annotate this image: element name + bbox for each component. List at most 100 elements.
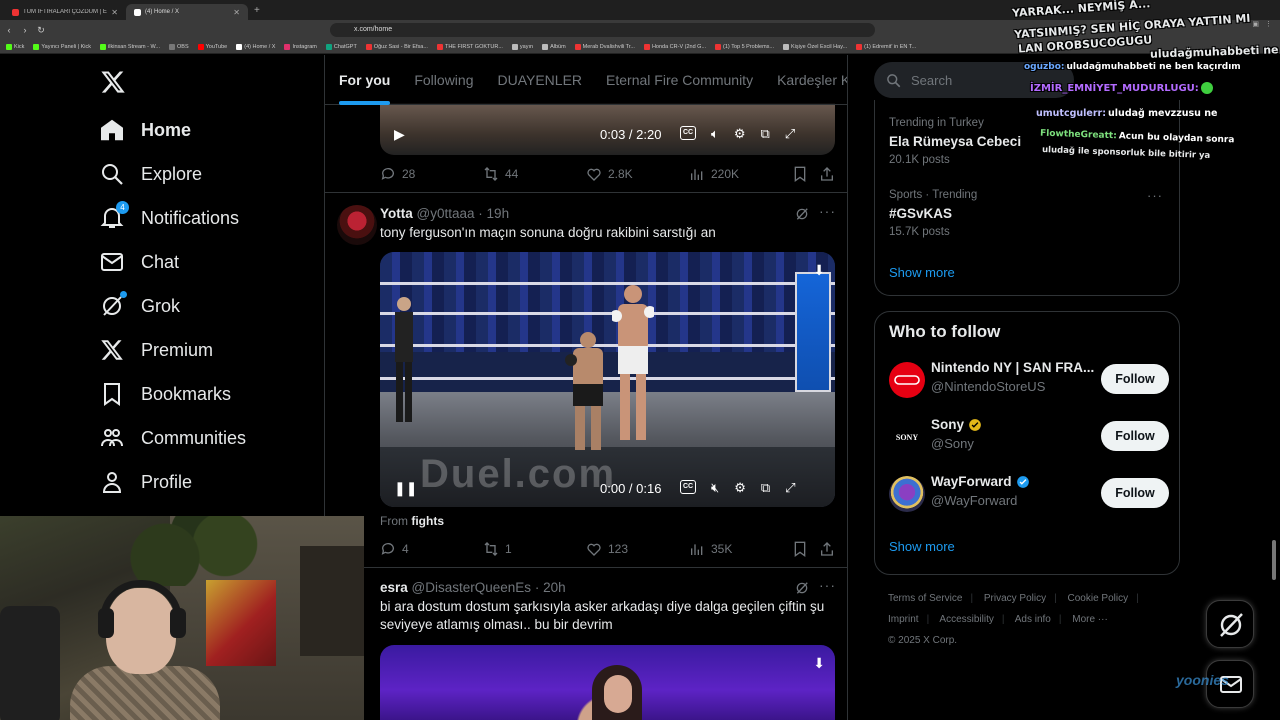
avatar[interactable] (337, 205, 377, 245)
avatar[interactable]: SONY (889, 419, 925, 455)
download-icon[interactable]: ⬇ (813, 655, 825, 672)
nav-grok[interactable]: Grok (100, 291, 180, 321)
settings-gear-icon[interactable]: ⚙ (734, 480, 746, 496)
fullscreen-icon[interactable]: ⤢ (785, 126, 795, 142)
post-time[interactable]: 20h (543, 580, 566, 595)
author-name[interactable]: esra (380, 580, 408, 595)
bookmark-item[interactable]: Kick (6, 43, 24, 50)
bookmark-item[interactable]: Kişiye Özel Excil Hay... (783, 43, 847, 50)
bookmark-item[interactable]: (4) Home / X (236, 43, 275, 50)
bookmark-item[interactable]: ChatGPT (325, 43, 357, 50)
download-icon[interactable]: ⬇ (813, 262, 825, 279)
suggestion-name[interactable]: WayForward (931, 474, 1030, 489)
grok-icon[interactable] (795, 207, 809, 221)
nav-premium[interactable]: Premium (100, 335, 213, 365)
browser-tab-x-home[interactable]: (4) Home / X ✕ (126, 4, 248, 20)
bookmark-item[interactable]: Instagram (284, 43, 317, 50)
follow-suggestion[interactable]: Nintendo NY | SAN FRA... @NintendoStoreU… (889, 358, 1169, 402)
bookmark-item[interactable]: (1) Edremit' in EN T... (856, 43, 916, 50)
footer-link[interactable]: More ··· (1072, 614, 1108, 625)
grok-floating-button[interactable] (1206, 600, 1254, 648)
more-options-icon[interactable]: ··· (819, 203, 836, 219)
tab-eternal-fire-community[interactable]: Eternal Fire Community (606, 55, 753, 105)
bookmark-item[interactable]: yayın (511, 43, 533, 50)
fullscreen-icon[interactable]: ⤢ (785, 480, 795, 496)
picture-in-picture-icon[interactable]: ⧉ (761, 480, 770, 496)
suggestion-name[interactable]: Sony (931, 417, 982, 432)
share-icon[interactable] (819, 166, 835, 182)
browser-tab-youtube[interactable]: TÜM İFTİRALARI ÇÖZDÜM | ENES BA ✕ (4, 4, 126, 20)
tab-duayenler[interactable]: DUAYENLER (497, 55, 582, 105)
like-button[interactable]: 2.8K (586, 166, 633, 182)
video-player[interactable]: Duel.com ⬇ ❚❚ 0:00 / 0:16 CC 🔇︎ ⚙ ⧉ ⤢ (380, 252, 835, 507)
new-tab-button[interactable]: + (254, 5, 260, 16)
pause-icon[interactable]: ❚❚ (394, 480, 417, 497)
grok-icon[interactable] (795, 581, 809, 595)
bookmark-item[interactable]: (1) Top 5 Problems... (715, 43, 774, 50)
footer-link[interactable]: Cookie Policy (1068, 593, 1129, 604)
nav-notifications[interactable]: 4 Notifications (100, 201, 239, 233)
repost-button[interactable]: 1 (483, 541, 512, 557)
tab-for-you[interactable]: For you (339, 55, 391, 105)
nav-profile[interactable]: Profile (100, 467, 192, 497)
bookmark-icon[interactable] (792, 166, 808, 182)
bookmark-item[interactable]: Albüm (542, 43, 566, 50)
views-button[interactable]: 35K (689, 541, 732, 557)
more-options-icon[interactable]: ··· (819, 577, 836, 593)
footer-link[interactable]: Privacy Policy (984, 593, 1046, 604)
bookmark-item[interactable]: Oğuz Sasi - Bir Efsa... (365, 43, 428, 50)
show-more-link[interactable]: Show more (889, 539, 955, 554)
from-source-link[interactable]: fights (411, 514, 444, 528)
footer-link[interactable]: Imprint (888, 614, 919, 625)
settings-gear-icon[interactable]: ⚙ (734, 126, 746, 142)
close-tab-icon[interactable]: ✕ (233, 8, 240, 17)
follow-suggestion[interactable]: SONY Sony @Sony Follow (889, 415, 1169, 459)
nav-chat[interactable]: Chat (100, 247, 179, 277)
author-handle[interactable]: @y0ttaaa (417, 206, 475, 221)
footer-link[interactable]: Accessibility (939, 614, 993, 625)
tab-following[interactable]: Following (414, 55, 473, 105)
author-name[interactable]: Yotta (380, 206, 413, 221)
tab-kardesler[interactable]: Kardeşler K (777, 55, 847, 105)
bookmark-icon[interactable] (792, 541, 808, 557)
picture-in-picture-icon[interactable]: ⧉ (760, 126, 769, 142)
close-tab-icon[interactable]: ✕ (111, 8, 118, 17)
captions-icon[interactable]: CC (680, 126, 696, 140)
like-button[interactable]: 123 (586, 541, 628, 557)
bookmark-item[interactable]: Yayıncı Paneli | Kick (33, 43, 91, 50)
bookmark-item[interactable]: ilkinsan Stream - W... (100, 43, 160, 50)
follow-button[interactable]: Follow (1101, 478, 1169, 508)
avatar[interactable] (889, 362, 925, 398)
follow-suggestion[interactable]: WayForward @WayForward Follow (889, 472, 1169, 516)
follow-button[interactable]: Follow (1101, 364, 1169, 394)
reload-icon[interactable]: ↻ (34, 25, 48, 36)
captions-icon[interactable]: CC (680, 480, 696, 494)
nav-bookmarks[interactable]: Bookmarks (100, 379, 231, 409)
trend-name[interactable]: Ela Rümeysa Cebeci (889, 134, 1021, 149)
x-logo-icon[interactable] (100, 69, 126, 95)
bookmark-item[interactable]: OBS (169, 43, 189, 50)
share-icon[interactable] (819, 541, 835, 557)
avatar[interactable] (889, 476, 925, 512)
reply-button[interactable]: 4 (380, 541, 409, 557)
mute-icon[interactable]: 🔇︎ (711, 480, 719, 496)
footer-link[interactable]: Terms of Service (888, 593, 962, 604)
reply-button[interactable]: 28 (380, 166, 415, 182)
more-options-icon[interactable]: ··· (1147, 188, 1163, 203)
bookmark-item[interactable]: YouTube (197, 43, 227, 50)
play-icon[interactable]: ▶ (394, 126, 405, 143)
back-arrow-icon[interactable]: ‹ (2, 25, 16, 35)
scrollbar-thumb[interactable] (1272, 540, 1276, 580)
follow-button[interactable]: Follow (1101, 421, 1169, 451)
forward-arrow-icon[interactable]: › (18, 25, 32, 35)
show-more-link[interactable]: Show more (889, 265, 955, 280)
video-player[interactable]: ⬇ (380, 645, 835, 720)
post-time[interactable]: 19h (487, 206, 510, 221)
bookmark-item[interactable]: Merab Dvalishvili Tr... (574, 43, 635, 50)
bookmark-item[interactable]: THE FIRST GOKTUR... (436, 43, 503, 50)
repost-button[interactable]: 44 (483, 166, 518, 182)
trend-name[interactable]: #GSvKAS (889, 206, 952, 221)
video-player[interactable]: ▶ 0:03 / 2:20 CC 🔈︎ ⚙ ⧉ ⤢ (380, 103, 835, 155)
url-field[interactable]: x.com/home (330, 23, 875, 37)
volume-icon[interactable]: 🔈︎ (711, 126, 719, 142)
